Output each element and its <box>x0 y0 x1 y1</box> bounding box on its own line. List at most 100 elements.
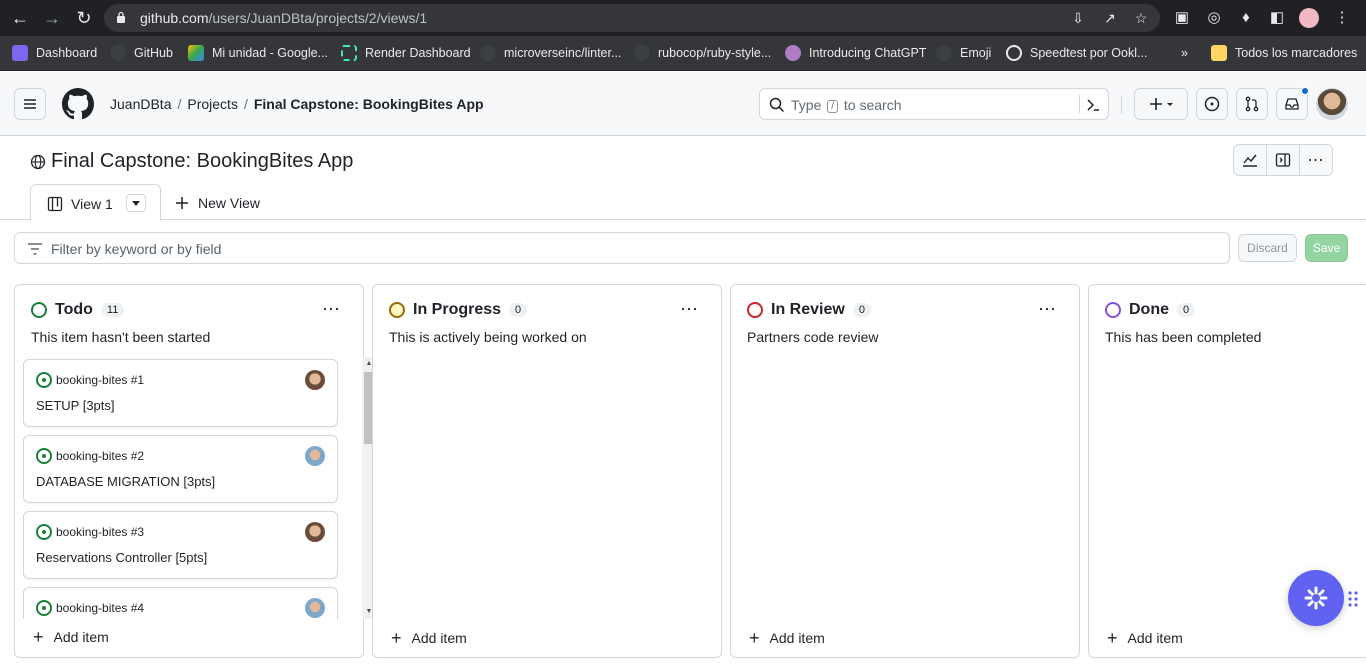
filter-input[interactable]: Filter by keyword or by field <box>14 232 1230 264</box>
bookmark-google-drive[interactable]: Mi unidad - Google... <box>188 44 328 62</box>
triangle-down-icon <box>132 201 140 206</box>
github-header: JuanDBta / Projects / Final Capstone: Bookin… <box>0 72 1366 136</box>
page-title: Final Capstone: BookingBites App <box>30 150 353 173</box>
column-description: This is actively being worked on <box>389 329 587 345</box>
save-button[interactable]: Save <box>1305 234 1348 262</box>
breadcrumb-projects[interactable]: Projects <box>187 96 238 112</box>
bookmark-dashboard[interactable]: Dashboard <box>12 44 97 62</box>
issue-card[interactable]: booking-bites #2 DATABASE MIGRATION [3pt… <box>23 435 338 503</box>
browser-toolbar: ← → ↻ github.com/users/JuanDBta/projects… <box>0 0 1366 36</box>
sparkle-icon <box>1304 586 1328 610</box>
all-bookmarks-folder[interactable]: Todos los marcadores <box>1211 44 1357 62</box>
plus-dropdown-icon <box>1150 98 1173 110</box>
breadcrumb-current[interactable]: Final Capstone: BookingBites App <box>254 96 484 112</box>
bookmark-github[interactable]: GitHub <box>110 44 173 62</box>
search-input[interactable]: Type / to search <box>759 88 1109 120</box>
extensions-puzzle-icon[interactable]: ♦ <box>1236 8 1256 28</box>
issue-reference[interactable]: booking-bites #1 <box>56 373 144 387</box>
bookmark-linters[interactable]: microverseinc/linter... <box>480 44 621 62</box>
assignee-avatar[interactable] <box>305 522 325 542</box>
bookmark-rubocop[interactable]: rubocop/ruby-style... <box>634 44 771 62</box>
column-description: This has been completed <box>1105 329 1262 345</box>
breadcrumb-user[interactable]: JuanDBta <box>110 96 171 112</box>
google-drive-icon <box>188 45 204 61</box>
bookmark-star-icon[interactable]: ☆ <box>1133 10 1149 26</box>
back-icon[interactable]: ← <box>10 8 30 28</box>
url-text: github.com/users/JuanDBta/projects/2/vie… <box>140 10 428 26</box>
sidebar-expand-icon <box>1275 153 1291 167</box>
install-app-icon[interactable]: ⇩ <box>1070 10 1086 26</box>
image-extension-icon[interactable]: ▣ <box>1172 8 1192 28</box>
forward-icon[interactable]: → <box>42 8 62 28</box>
git-pull-request-icon <box>1245 96 1259 112</box>
discard-button[interactable]: Discard <box>1238 234 1297 262</box>
side-panel-button[interactable] <box>1267 145 1300 175</box>
plus-icon: + <box>1107 628 1118 648</box>
notification-dot <box>1301 87 1309 95</box>
address-bar[interactable]: github.com/users/JuanDBta/projects/2/vie… <box>104 4 1160 32</box>
issue-card[interactable]: booking-bites #4 <box>23 587 338 619</box>
hamburger-menu-button[interactable] <box>14 88 46 120</box>
github-icon <box>480 45 496 61</box>
board-column-in-review: In Review 0 ⋯ Partners code review + Add… <box>730 284 1080 658</box>
pull-requests-button[interactable] <box>1236 88 1268 120</box>
target-extension-icon[interactable]: ◎ <box>1204 8 1224 28</box>
assignee-avatar[interactable] <box>305 446 325 466</box>
plus-icon: + <box>391 628 402 648</box>
column-menu-icon[interactable]: ⋯ <box>680 299 699 320</box>
reload-icon[interactable]: ↻ <box>74 8 94 28</box>
add-item-button[interactable]: + Add item <box>749 629 825 647</box>
issue-reference[interactable]: booking-bites #2 <box>56 449 144 463</box>
issue-card[interactable]: booking-bites #1 SETUP [3pts] <box>23 359 338 427</box>
board-column-todo: Todo 11 ⋯ This item hasn't been started … <box>14 284 376 658</box>
bookmark-speedtest[interactable]: Speedtest por Ookl... <box>1006 44 1147 62</box>
issue-title[interactable]: DATABASE MIGRATION [3pts] <box>36 474 215 489</box>
add-item-button[interactable]: + Add item <box>33 628 109 646</box>
bookmarks-bar: Dashboard GitHub Mi unidad - Google... R… <box>0 36 1366 71</box>
breadcrumb: JuanDBta / Projects / Final Capstone: Bookin… <box>110 96 484 112</box>
issues-button[interactable] <box>1196 88 1228 120</box>
project-menu-button[interactable]: ⋯ <box>1300 145 1332 175</box>
column-menu-icon[interactable]: ⋯ <box>1038 299 1057 320</box>
bookmarks-overflow-button[interactable]: » <box>1181 44 1188 62</box>
side-panel-icon[interactable]: ◧ <box>1267 8 1287 28</box>
command-palette-icon[interactable] <box>1085 97 1101 113</box>
user-avatar[interactable] <box>1316 88 1348 120</box>
issue-title[interactable]: Reservations Controller [5pts] <box>36 550 207 565</box>
view-options-button[interactable] <box>126 194 146 212</box>
issue-reference[interactable]: booking-bites #3 <box>56 525 144 539</box>
create-new-button[interactable] <box>1134 88 1188 120</box>
column-menu-icon[interactable]: ⋯ <box>322 299 341 320</box>
globe-icon <box>30 154 46 169</box>
assignee-avatar[interactable] <box>305 370 325 390</box>
issue-opened-icon <box>36 372 52 388</box>
browser-menu-icon[interactable]: ⋮ <box>1332 8 1352 28</box>
add-item-button[interactable]: + Add item <box>1107 629 1183 647</box>
tab-view-1[interactable]: View 1 <box>30 184 161 221</box>
new-view-button[interactable]: New View <box>175 195 260 211</box>
github-logo-icon[interactable] <box>62 88 94 120</box>
share-icon[interactable]: ↗ <box>1102 10 1118 26</box>
column-name: Todo <box>55 301 93 318</box>
issue-title[interactable]: SETUP [3pts] <box>36 398 115 413</box>
column-name: In Progress <box>413 301 502 318</box>
column-count: 0 <box>1177 303 1196 317</box>
add-item-button[interactable]: + Add item <box>391 629 467 647</box>
issue-card[interactable]: booking-bites #3 Reservations Controller… <box>23 511 338 579</box>
column-count: 0 <box>852 303 871 317</box>
issue-opened-icon <box>36 524 52 540</box>
assistant-floating-button[interactable] <box>1288 570 1344 626</box>
column-name: Done <box>1129 301 1169 318</box>
openai-icon <box>785 45 801 61</box>
clickup-icon <box>12 45 28 61</box>
profile-avatar-icon[interactable] <box>1299 8 1319 28</box>
assignee-avatar[interactable] <box>305 598 325 618</box>
bookmark-chatgpt[interactable]: Introducing ChatGPT <box>785 44 926 62</box>
status-circle-icon <box>389 302 405 318</box>
insights-button[interactable] <box>1234 145 1267 175</box>
card-list: booking-bites #1 SETUP [3pts] booking-bi… <box>23 359 360 619</box>
issue-reference[interactable]: booking-bites #4 <box>56 601 144 615</box>
drag-handle-icon[interactable] <box>1348 590 1358 608</box>
bookmark-render-dashboard[interactable]: Render Dashboard <box>341 44 471 62</box>
bookmark-emoji[interactable]: Emoji <box>936 44 991 62</box>
